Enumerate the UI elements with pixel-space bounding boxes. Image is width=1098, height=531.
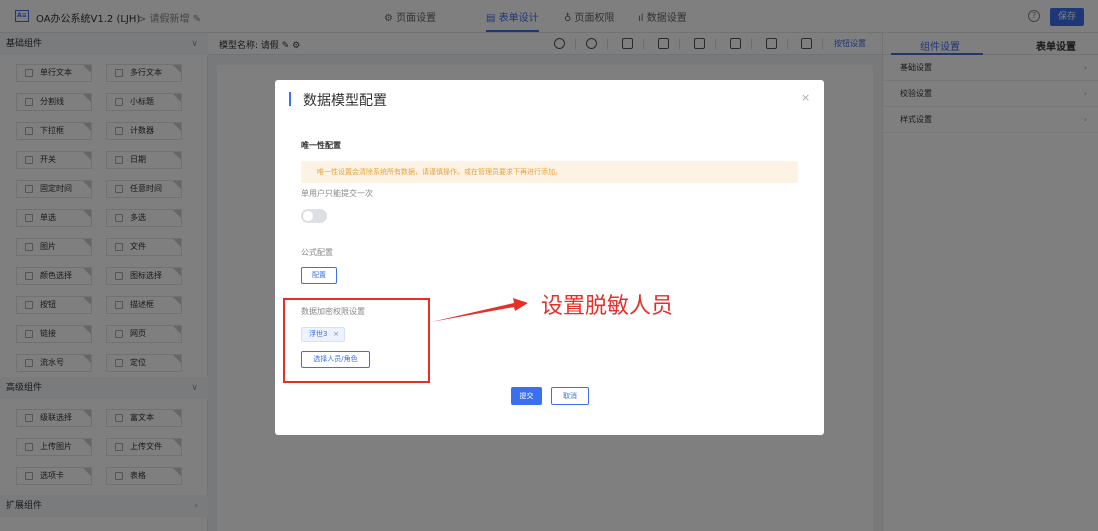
annotation-text: 设置脱敏人员 (541, 294, 674, 319)
annotation-arrow (431, 298, 528, 322)
